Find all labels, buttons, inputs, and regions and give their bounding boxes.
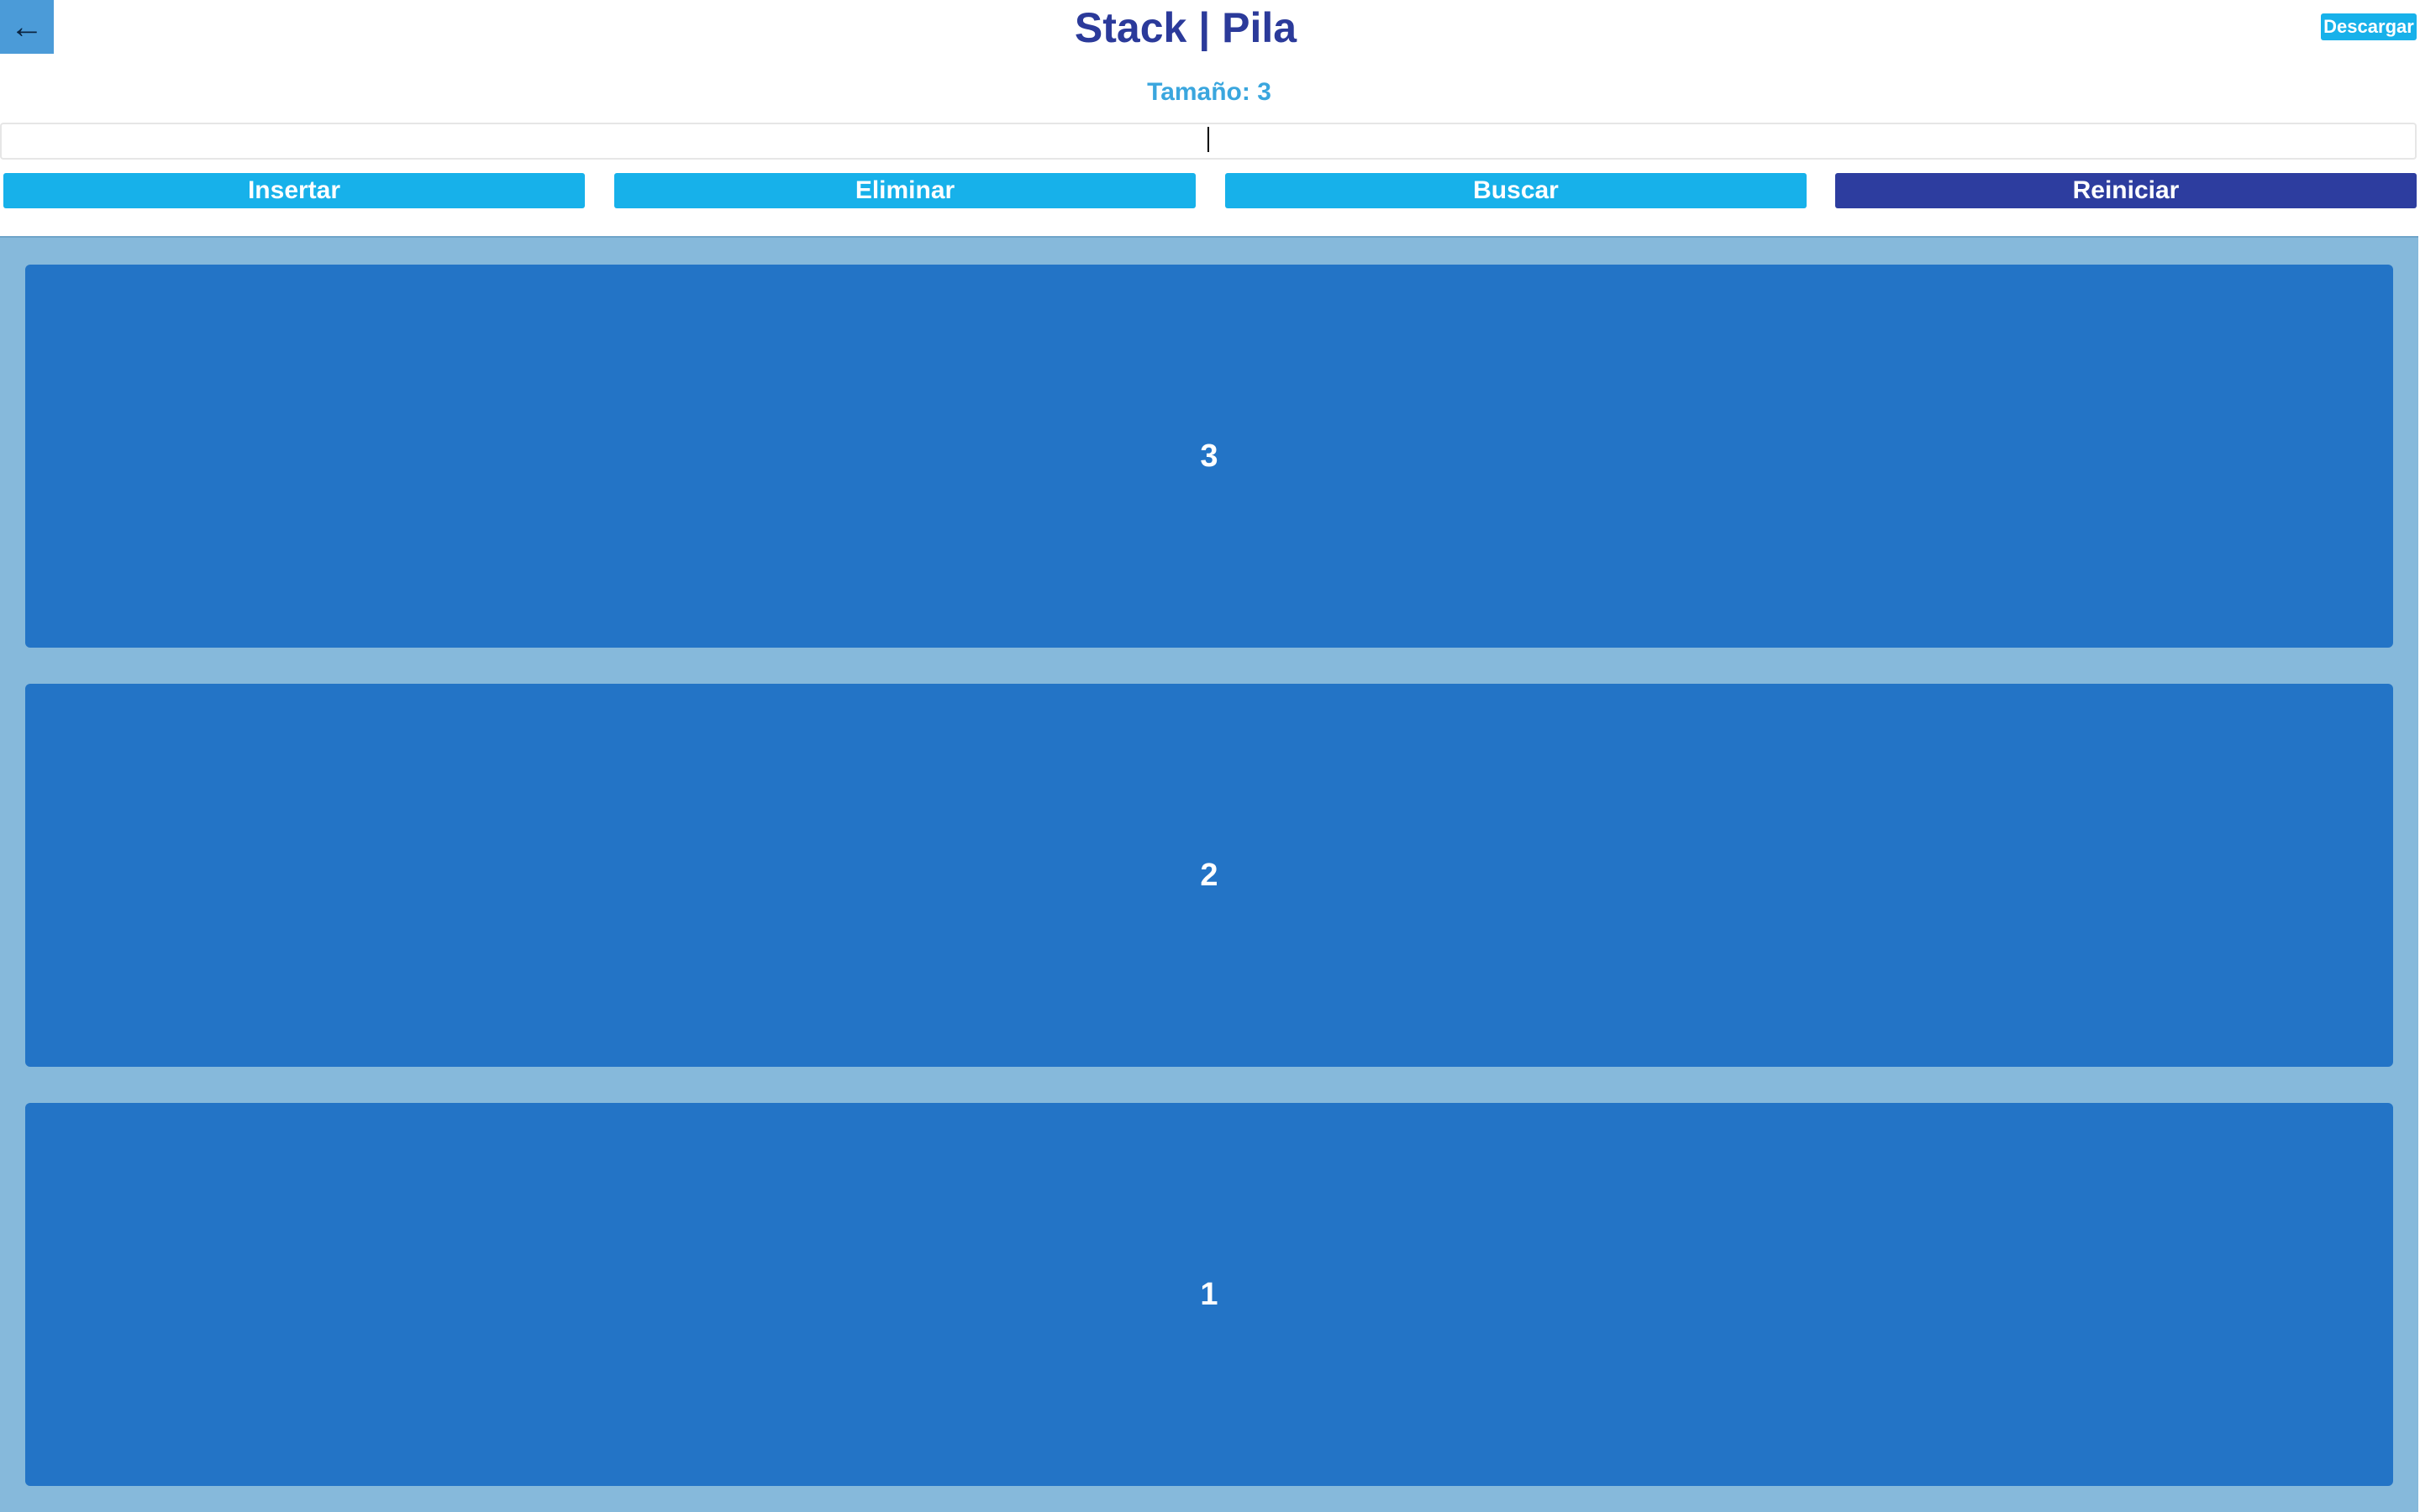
stack-item: 3 [25, 265, 2393, 648]
stack-item: 2 [25, 684, 2393, 1067]
page-title: Stack | Pila [1074, 4, 1297, 51]
insert-button[interactable]: Insertar [3, 173, 585, 208]
page: ← Stack | Pila Descargar Tamaño: 3 Inser… [0, 0, 2420, 1512]
action-button-row: Insertar Eliminar Buscar Reiniciar [3, 173, 2417, 208]
text-caret [1207, 127, 1209, 152]
stack-visualization: 3 2 1 [0, 236, 2418, 1512]
stack-item: 1 [25, 1103, 2393, 1486]
reset-button[interactable]: Reiniciar [1835, 173, 2417, 208]
stack-size-label: Tamaño: 3 [1147, 78, 1271, 106]
delete-button[interactable]: Eliminar [614, 173, 1196, 208]
search-button[interactable]: Buscar [1225, 173, 1807, 208]
download-button[interactable]: Descargar [2321, 13, 2417, 40]
